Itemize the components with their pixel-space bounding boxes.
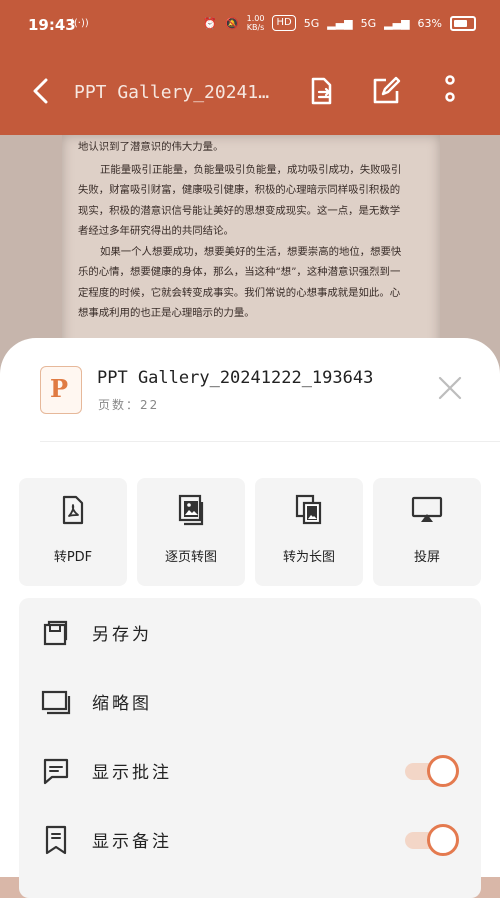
cast-icon <box>411 494 443 526</box>
pdf-icon <box>57 494 89 526</box>
option-label: 另存为 <box>92 625 152 645</box>
edit-button[interactable] <box>369 74 403 108</box>
signal-bars-icon-2: ▂▄▆ <box>384 16 410 30</box>
action-label: 逐页转图 <box>164 550 217 565</box>
page-to-image-button[interactable]: 逐页转图 <box>137 478 245 586</box>
show-notes-toggle[interactable] <box>405 824 461 856</box>
file-name: PPT Gallery_20241222_193643 <box>97 368 374 388</box>
to-long-image-button[interactable]: 转为长图 <box>255 478 363 586</box>
comment-icon <box>41 756 71 786</box>
net-speed: 1.00 KB/s <box>246 14 265 32</box>
to-pdf-button[interactable]: 转PDF <box>19 478 127 586</box>
convert-doc-button[interactable] <box>305 74 339 108</box>
screen-cast-button[interactable]: 投屏 <box>373 478 481 586</box>
alarm-icon: ⏰ <box>203 16 217 30</box>
wifi-calling-icon: ((·)) <box>70 18 89 29</box>
show-comments-toggle[interactable] <box>405 755 461 787</box>
app-bar: PPT Gallery_20241… <box>0 52 500 135</box>
page-count: 页数：22 <box>98 398 160 412</box>
mute-icon: 🔕 <box>224 16 239 30</box>
save-as-row[interactable]: 另存为 <box>19 598 481 664</box>
action-label: 转PDF <box>53 550 93 565</box>
battery-icon <box>450 15 476 31</box>
note-icon <box>41 825 71 855</box>
show-comments-row[interactable]: 显示批注 <box>19 736 481 802</box>
toggle-knob <box>427 755 459 787</box>
top-bar: 19:43 ((·)) ⏰ 🔕 1.00 KB/s HD 5G ▂▄▆ 5G ▂… <box>0 0 500 135</box>
thumbnail-icon <box>41 687 71 717</box>
ppt-file-icon: P <box>40 366 82 414</box>
toggle-knob <box>427 824 459 856</box>
close-icon <box>438 376 462 400</box>
edit-icon <box>373 76 401 104</box>
status-time: 19:43 <box>28 16 76 34</box>
back-arrow-icon <box>33 78 48 104</box>
option-label: 缩略图 <box>92 694 152 714</box>
more-vertical-icon <box>445 75 455 102</box>
action-grid: 转PDF 逐页转图 转为长图 投屏 <box>19 478 481 586</box>
status-right: ⏰ 🔕 1.00 KB/s HD 5G ▂▄▆ 5G ▂▄▆ 63% <box>203 14 476 32</box>
option-label: 显示批注 <box>92 763 172 783</box>
thumbnail-row[interactable]: 缩略图 <box>19 667 481 733</box>
options-list: 另存为 缩略图 显示批注 显示备注 <box>19 598 481 898</box>
images-icon <box>175 494 207 526</box>
signal-1: 5G <box>303 16 320 30</box>
long-image-icon <box>293 494 325 526</box>
show-notes-row[interactable]: 显示备注 <box>19 805 481 871</box>
back-button[interactable] <box>26 76 56 106</box>
hd-badge: HD <box>272 15 296 31</box>
option-label: 显示备注 <box>92 832 172 852</box>
action-label: 转为长图 <box>282 550 335 565</box>
battery-percent: 63% <box>417 16 442 30</box>
divider <box>40 441 500 442</box>
signal-bars-icon: ▂▄▆ <box>327 16 353 30</box>
action-label: 投屏 <box>413 550 440 565</box>
document-title: PPT Gallery_20241… <box>74 82 270 103</box>
save-as-icon <box>41 618 71 648</box>
signal-2: 5G <box>360 16 377 30</box>
status-bar: 19:43 ((·)) ⏰ 🔕 1.00 KB/s HD 5G ▂▄▆ 5G ▂… <box>0 0 500 52</box>
more-button[interactable] <box>433 74 467 108</box>
document-convert-icon <box>311 77 332 105</box>
bottom-sheet: P PPT Gallery_20241222_193643 页数：22 转PDF… <box>0 338 500 898</box>
close-button[interactable] <box>432 370 468 406</box>
